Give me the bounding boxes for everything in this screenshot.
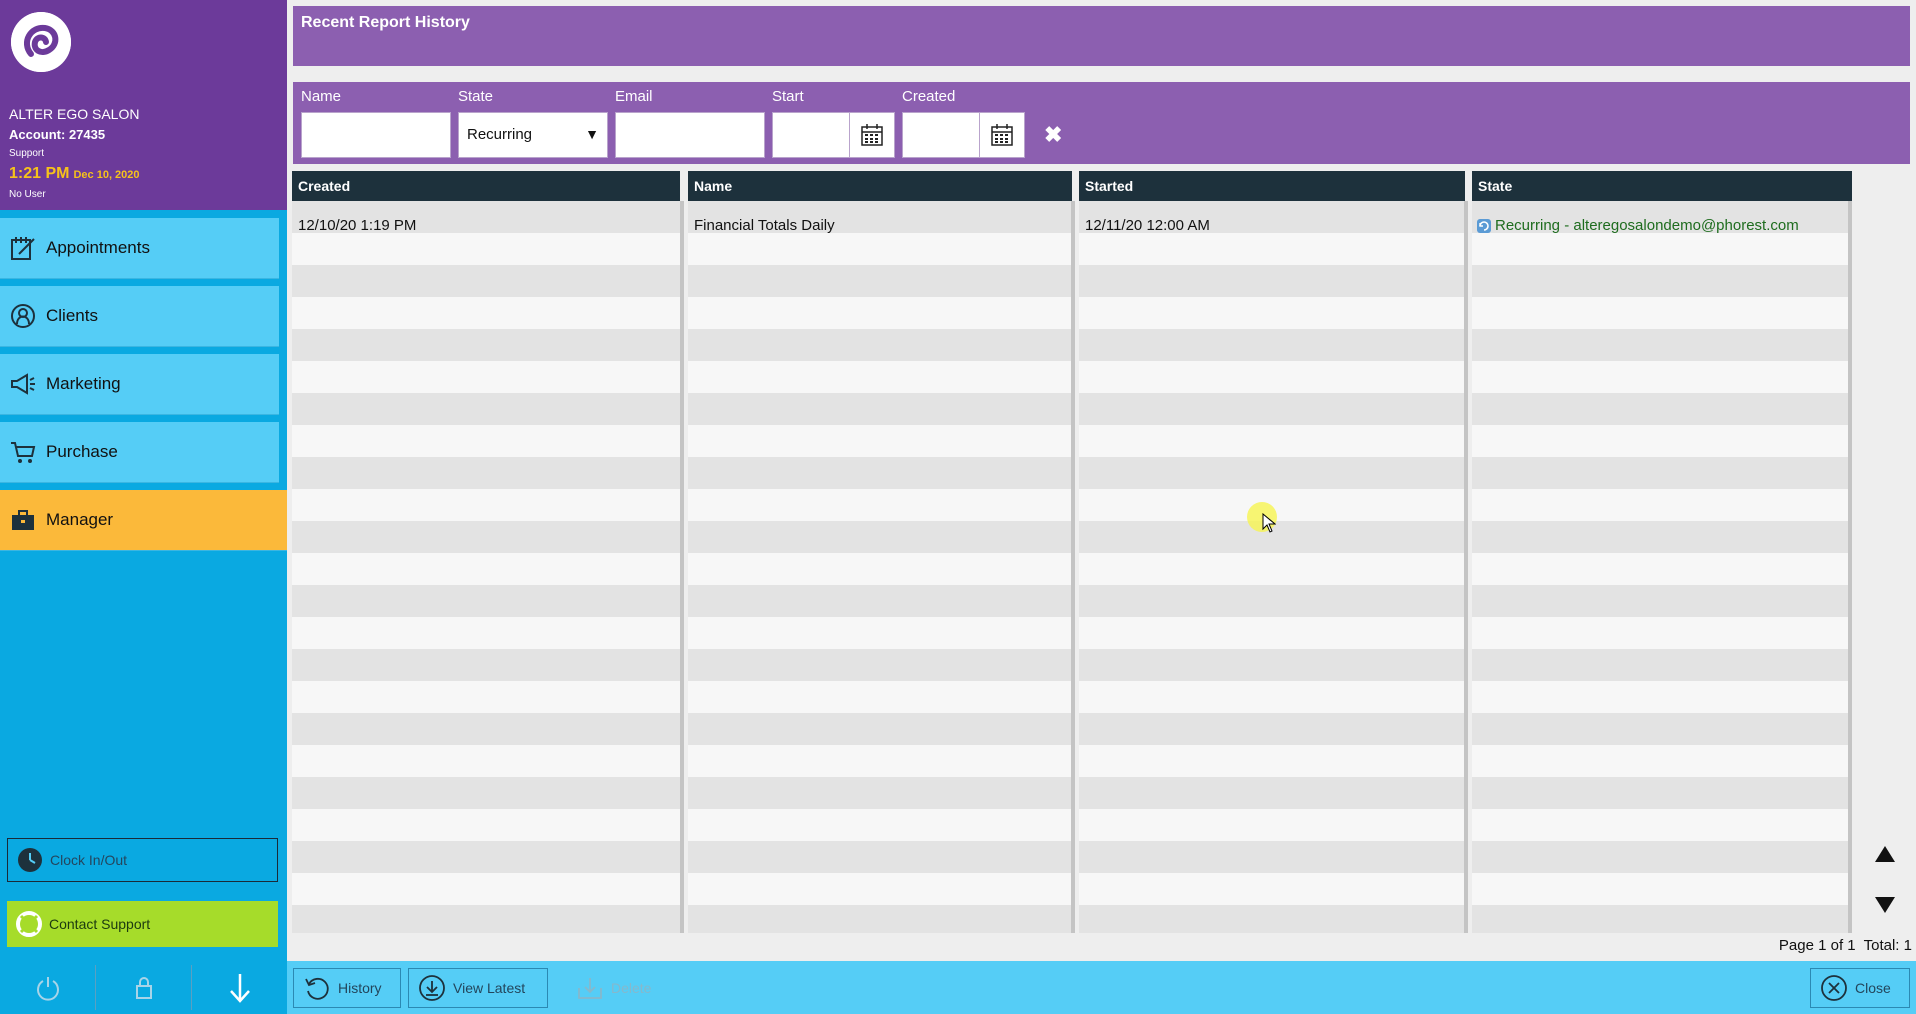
mouse-cursor-icon	[1262, 512, 1277, 538]
start-date-input[interactable]	[772, 112, 850, 158]
lock-button[interactable]	[96, 965, 192, 1010]
nav-label: Appointments	[46, 238, 150, 257]
bottom-toolbar: History View Latest Delete Close	[287, 961, 1916, 1014]
created-date-input[interactable]	[902, 112, 980, 158]
column-divider[interactable]	[1464, 201, 1468, 933]
dropdown-caret-icon: ▼	[585, 126, 599, 142]
scroll-up-button[interactable]	[1874, 845, 1896, 868]
account-number: Account: 27435	[9, 127, 106, 142]
column-name: Name	[688, 171, 1072, 933]
delete-button[interactable]: Delete	[567, 968, 667, 1008]
column-divider[interactable]	[680, 201, 684, 933]
state-filter-select[interactable]: Recurring ▼	[458, 112, 608, 158]
calendar-icon	[991, 124, 1013, 146]
arrow-down-icon	[229, 973, 250, 1003]
email-filter-input[interactable]	[615, 112, 765, 158]
state-filter-value: Recurring	[467, 126, 533, 143]
column-header-created[interactable]: Created	[292, 171, 680, 201]
nav-clients[interactable]: Clients	[0, 286, 279, 347]
table-row-created[interactable]: 12/10/20 1:19 PM	[298, 217, 416, 234]
delete-label: Delete	[611, 980, 652, 996]
recurring-icon	[1477, 218, 1491, 233]
nav-label: Marketing	[46, 374, 121, 393]
sidebar-footer	[0, 965, 287, 1010]
state-filter-label: State	[458, 88, 494, 105]
sidebar-header: ALTER EGO SALON Account: 27435 Support 1…	[0, 0, 287, 210]
start-filter-label: Start	[772, 88, 804, 105]
close-icon	[1819, 973, 1849, 1003]
email-filter-label: Email	[615, 88, 653, 105]
clock-display: 1:21 PM Dec 10, 2020	[9, 165, 140, 183]
nav-marketing[interactable]: Marketing	[0, 354, 279, 415]
nav-label: Manager	[46, 510, 114, 529]
salon-name: ALTER EGO SALON	[9, 106, 140, 122]
triangle-up-icon	[1875, 846, 1895, 862]
contact-support-button[interactable]: Contact Support	[7, 901, 278, 947]
pagination-info: Page 1 of 1 Total: 1	[1771, 937, 1912, 954]
column-header-name[interactable]: Name	[688, 171, 1072, 201]
current-date: Dec 10, 2020	[73, 169, 140, 181]
clock-icon	[16, 846, 44, 874]
user-role: Support	[9, 148, 45, 159]
sidebar: ALTER EGO SALON Account: 27435 Support 1…	[0, 0, 287, 1014]
created-date-picker-button[interactable]	[979, 112, 1025, 158]
column-header-started[interactable]: Started	[1079, 171, 1465, 201]
title-bar: Recent Report History	[293, 6, 1910, 66]
state-text: Recurring - alteregosalondemo@phorest.co…	[1495, 217, 1799, 234]
close-label: Close	[1855, 980, 1891, 996]
triangle-down-icon	[1875, 897, 1895, 913]
column-created: Created	[292, 171, 680, 933]
appointments-icon	[8, 233, 38, 263]
download-icon	[417, 973, 447, 1003]
created-filter-label: Created	[902, 88, 956, 105]
total-count: Total: 1	[1863, 937, 1912, 954]
contact-support-label: Contact Support	[49, 916, 151, 932]
table-row-name[interactable]: Financial Totals Daily	[694, 217, 835, 234]
column-state: State	[1472, 171, 1852, 933]
history-button[interactable]: History	[293, 968, 401, 1008]
report-table: Created Name Started State 12/10/20 1:19…	[292, 171, 1852, 933]
current-time: 1:21 PM	[9, 165, 70, 182]
close-button[interactable]: Close	[1810, 968, 1910, 1008]
nav-label: Clients	[46, 306, 98, 325]
history-icon	[302, 973, 332, 1003]
name-filter-label: Name	[301, 88, 342, 105]
power-button[interactable]	[0, 965, 96, 1010]
main-panel: Recent Report History Name State Recurri…	[287, 0, 1916, 1014]
nav-purchase[interactable]: Purchase	[0, 422, 279, 483]
clock-in-out-button[interactable]: Clock In/Out	[7, 838, 278, 882]
column-divider[interactable]	[1071, 201, 1075, 933]
megaphone-icon	[8, 369, 38, 399]
table-row-started[interactable]: 12/11/20 12:00 AM	[1085, 217, 1210, 234]
page-title: Recent Report History	[301, 14, 470, 31]
power-icon	[36, 976, 59, 1001]
download-button[interactable]	[192, 965, 287, 1010]
view-latest-label: View Latest	[453, 980, 526, 996]
nav-appointments[interactable]: Appointments	[0, 218, 279, 279]
name-filter-input[interactable]	[301, 112, 451, 158]
logo-icon	[11, 12, 71, 72]
lock-icon	[135, 976, 152, 999]
table-row-state[interactable]: Recurring - alteregosalondemo@phorest.co…	[1476, 217, 1799, 234]
view-latest-button[interactable]: View Latest	[408, 968, 548, 1008]
nav-label: Purchase	[46, 442, 118, 461]
clock-in-out-label: Clock In/Out	[50, 852, 128, 868]
clear-filters-button[interactable]: ✖	[1044, 122, 1062, 148]
briefcase-icon	[8, 505, 38, 535]
page-count: Page 1 of 1	[1778, 937, 1856, 954]
start-date-picker-button[interactable]	[849, 112, 895, 158]
column-header-state[interactable]: State	[1472, 171, 1852, 201]
history-label: History	[338, 980, 382, 996]
scroll-down-button[interactable]	[1874, 896, 1896, 919]
nav-manager[interactable]: Manager	[0, 490, 287, 551]
cart-icon	[8, 437, 38, 467]
clients-icon	[8, 301, 38, 331]
current-user: No User	[9, 189, 46, 200]
calendar-icon	[861, 124, 883, 146]
column-divider	[1848, 201, 1852, 933]
delete-icon	[575, 973, 605, 1003]
lifebuoy-icon	[15, 910, 43, 938]
column-started: Started	[1079, 171, 1465, 933]
filter-bar: Name State Recurring ▼ Email Start Creat…	[293, 82, 1910, 164]
